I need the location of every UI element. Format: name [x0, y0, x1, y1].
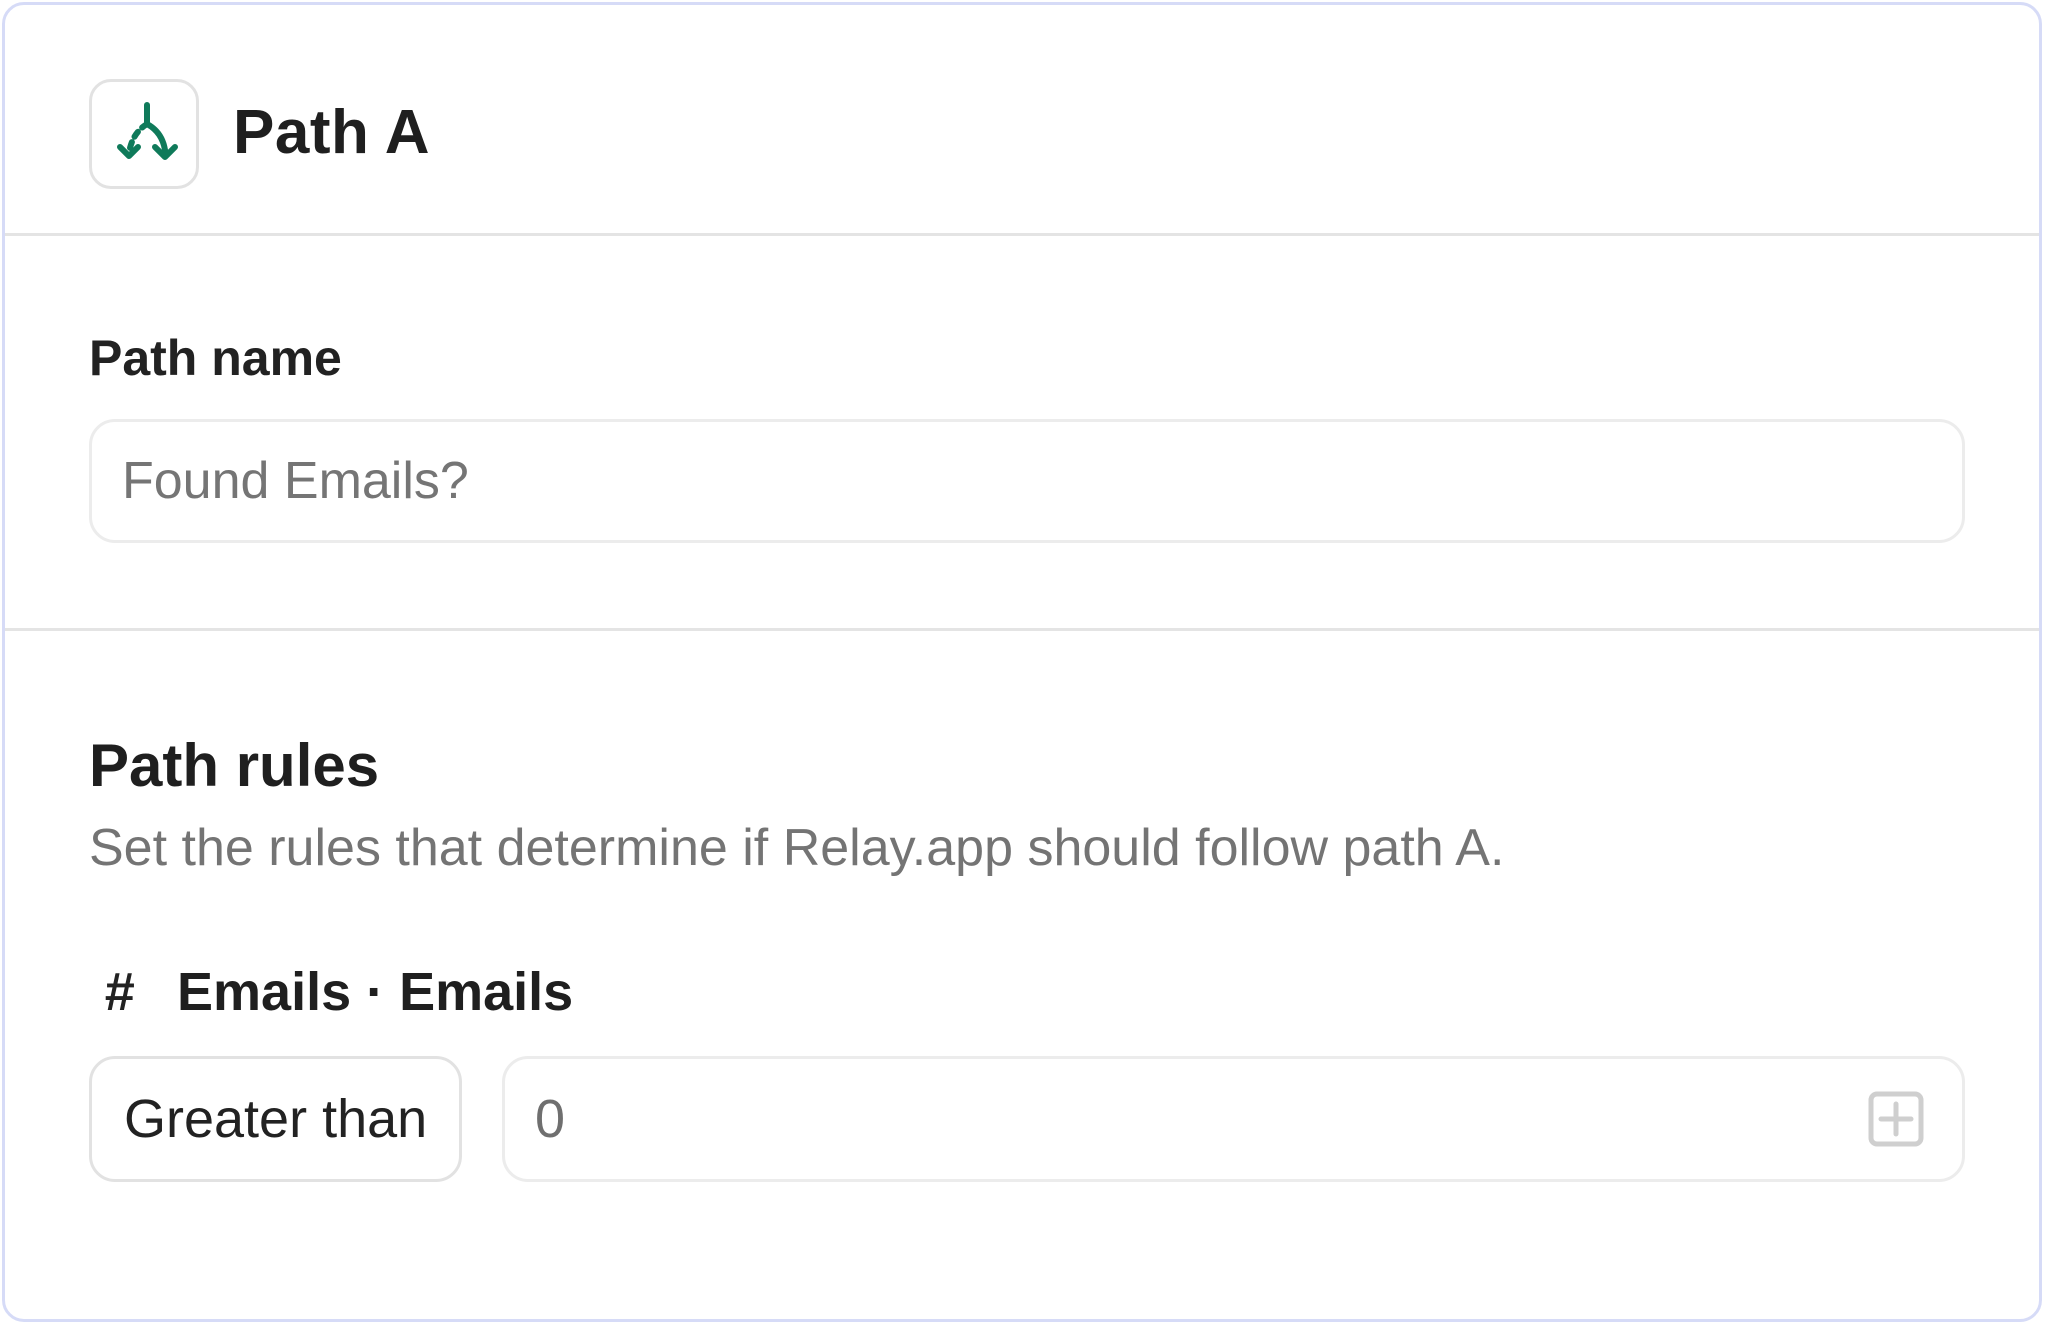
- path-name-label: Path name: [89, 330, 342, 386]
- path-rules-title: Path rules: [89, 732, 380, 799]
- path-rules-section: Path rules Set the rules that determine …: [5, 631, 2039, 1319]
- path-icon-tile: [89, 79, 199, 189]
- branch-split-icon: [117, 102, 178, 160]
- path-name-input[interactable]: [89, 419, 1965, 543]
- path-settings-panel: Path A Path name Path rules Set the rule…: [2, 2, 2042, 1322]
- rule-value-field[interactable]: [502, 1056, 1965, 1182]
- operator-dropdown-button[interactable]: Greater than: [89, 1056, 463, 1182]
- rule-field-label-row: # Emails · Emails: [89, 959, 573, 1025]
- panel-header: Path A: [5, 5, 2039, 236]
- rule-field-name: Emails · Emails: [177, 962, 574, 1022]
- path-rules-description: Set the rules that determine if Relay.ap…: [89, 819, 1505, 877]
- page-title: Path A: [233, 98, 431, 167]
- rule-value-input[interactable]: [535, 1059, 1815, 1179]
- number-type-icon: #: [103, 962, 135, 1022]
- path-name-section: Path name: [5, 236, 2039, 631]
- add-square-icon[interactable]: [1868, 1091, 1924, 1147]
